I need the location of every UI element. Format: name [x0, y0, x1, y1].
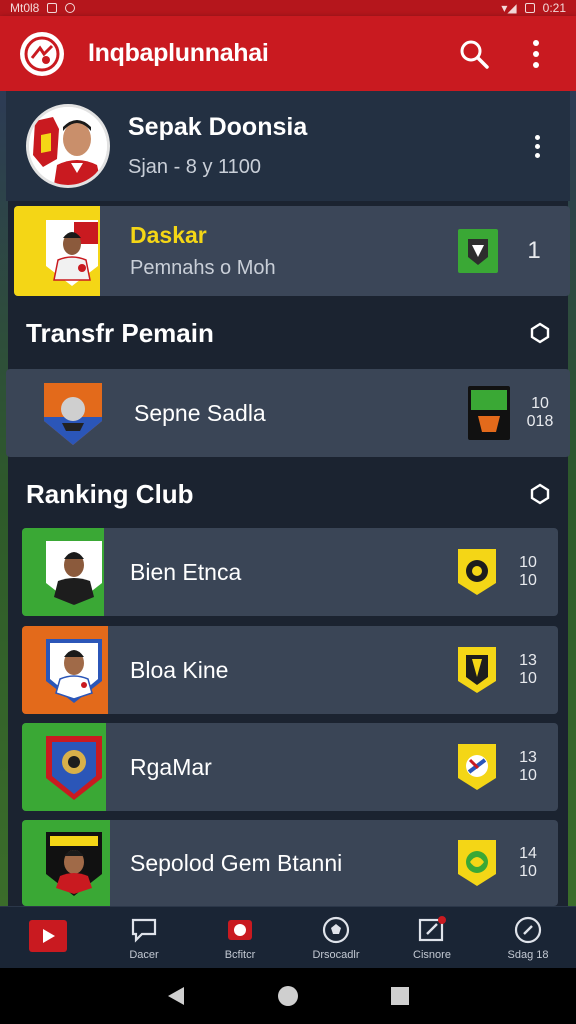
highlight-count: 1 — [527, 237, 541, 264]
ranking-row-name: RgaMar — [130, 753, 212, 780]
ranking-row[interactable]: Bloa Kine 13 10 — [22, 626, 558, 714]
ranking-section-title: Ranking Club — [26, 478, 194, 509]
ranking-section-header: Ranking Club — [6, 464, 570, 524]
ranking-stat-1: 13 — [519, 652, 537, 669]
chat-icon — [128, 915, 160, 945]
club-badge-icon — [456, 547, 498, 597]
ranking-row-stats: 13 10 — [498, 652, 558, 688]
club-badge-icon — [456, 838, 498, 888]
highlight-row[interactable]: Daskar Pemnahs o Moh 1 — [14, 206, 570, 296]
status-carrier: Mt0l8 — [10, 1, 40, 15]
nav-label: Dacer — [129, 948, 159, 961]
ranking-row[interactable]: Bien Etnca 10 10 — [22, 528, 558, 616]
ranking-stat-1: 13 — [519, 749, 537, 766]
bottom-nav: Dacer Bcfitcr Drsocadlr Cisnore Sdag 18 — [0, 906, 576, 968]
search-icon[interactable] — [452, 32, 496, 76]
nav-label: Sdag 18 — [507, 948, 549, 961]
status-time: 0:21 — [542, 1, 566, 15]
ranking-row-stats: 14 10 — [498, 845, 558, 881]
app-bar: Inqbaplunnahai — [0, 16, 576, 91]
ranking-stat-2: 10 — [519, 767, 537, 784]
battery-icon — [524, 3, 535, 13]
trophy-icon — [224, 915, 256, 945]
ranking-stat-1: 10 — [519, 554, 537, 571]
more-vert-icon[interactable] — [514, 32, 558, 76]
ranking-row-name: Bloa Kine — [130, 656, 229, 683]
ranking-row[interactable]: RgaMar 13 10 — [22, 723, 558, 811]
signal-icon: ▾◢ — [501, 1, 517, 15]
player-thumb — [42, 537, 106, 607]
player-thumb — [42, 635, 106, 705]
highlight-text: Daskar Pemnahs o Moh — [130, 222, 458, 280]
club-badge-icon — [456, 742, 498, 792]
notification-icon — [47, 3, 58, 13]
ranking-stat-2: 10 — [519, 572, 537, 589]
ranking-stat-2: 10 — [519, 863, 537, 880]
edit-icon — [416, 915, 448, 945]
home-icon[interactable] — [268, 976, 308, 1016]
nav-label: Drsocadlr — [312, 948, 360, 961]
transfer-row[interactable]: Sepne Sadla 10 018 — [6, 369, 570, 457]
highlight-name: Daskar — [130, 222, 207, 248]
app-logo-icon[interactable] — [20, 31, 64, 76]
club-badge-icon — [456, 645, 498, 695]
nav-label: Bcfitcr — [224, 948, 256, 961]
recents-icon[interactable] — [380, 976, 420, 1016]
ball-icon — [320, 915, 352, 945]
ranking-row[interactable]: Sepolod Gem Btanni 14 10 — [22, 820, 558, 906]
transfer-section-title: Transfr Pemain — [26, 317, 214, 348]
ranking-stat-1: 14 — [519, 845, 537, 862]
transfer-section-header: Transfr Pemain — [6, 303, 570, 363]
player-thumb — [42, 828, 106, 898]
app-title: Inqbaplunnahai — [88, 39, 269, 67]
ranking-row-stats: 10 10 — [498, 554, 558, 590]
main-content: Sepak Doonsia Sjan - 8 y 1100 Daskar Pem… — [6, 91, 570, 906]
highlight-subtitle: Pemnahs o Moh — [130, 257, 276, 279]
nav-item-home[interactable] — [0, 907, 96, 968]
player-thumb — [44, 214, 100, 288]
avatar — [26, 104, 110, 188]
transfer-stat-1: 10 — [531, 395, 549, 412]
profile-subtitle: Sjan - 8 y 1100 — [128, 156, 262, 178]
nav-item-cisnore[interactable]: Cisnore — [384, 907, 480, 968]
nav-label: Cisnore — [413, 948, 451, 961]
club-badge-icon — [458, 227, 498, 275]
ranking-stat-2: 10 — [519, 670, 537, 687]
back-icon[interactable] — [156, 976, 196, 1016]
club-crest-icon — [42, 732, 106, 802]
compass-icon — [512, 915, 544, 945]
ranking-row-stats: 13 10 — [498, 749, 558, 785]
refresh-icon[interactable] — [510, 321, 570, 345]
nav-item-dacer[interactable]: Dacer — [96, 907, 192, 968]
nav-item-drsocadlr[interactable]: Drsocadlr — [288, 907, 384, 968]
nav-item-sdag[interactable]: Sdag 18 — [480, 907, 576, 968]
ranking-row-name: Sepolod Gem Btanni — [130, 849, 343, 876]
profile-card[interactable]: Sepak Doonsia Sjan - 8 y 1100 — [6, 91, 570, 201]
status-bar: Mt0l8 ▾◢ 0:21 — [0, 0, 576, 16]
refresh-icon[interactable] — [510, 482, 570, 506]
transfer-row-name: Sepne Sadla — [134, 399, 266, 426]
ranking-row-name: Bien Etnca — [130, 558, 242, 585]
transfer-stat-2: 018 — [526, 413, 554, 430]
system-nav-bar — [0, 968, 576, 1024]
sync-icon — [65, 3, 76, 13]
club-crest-icon — [42, 379, 104, 447]
profile-menu-icon[interactable] — [522, 126, 552, 166]
transfer-row-stats: 10 018 — [510, 395, 570, 431]
profile-name: Sepak Doonsia — [128, 113, 308, 141]
nav-item-bcfitcr[interactable]: Bcfitcr — [192, 907, 288, 968]
club-badge-icon — [468, 386, 510, 440]
play-icon — [29, 919, 67, 952]
